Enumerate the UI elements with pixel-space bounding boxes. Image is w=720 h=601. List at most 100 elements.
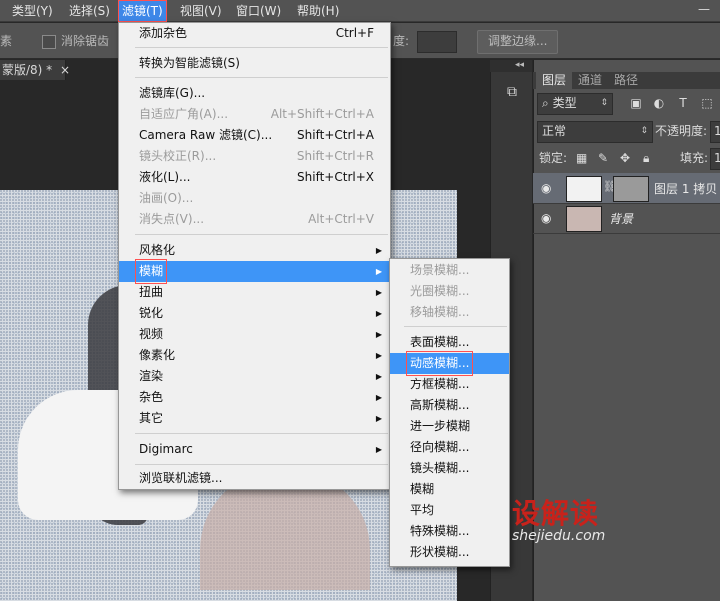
menu-item-label: 方框模糊... (410, 377, 470, 391)
menu-item[interactable]: 锐化 ▶ (119, 303, 390, 324)
menu-separator (135, 47, 388, 48)
menu-item[interactable]: 转换为智能滤镜(S) (119, 53, 390, 74)
adjustment-filter-icon[interactable]: ◐ (651, 95, 667, 111)
menu-item[interactable]: 杂色 ▶ (119, 387, 390, 408)
menu-separator (135, 234, 388, 235)
options-partial-label: 素 (0, 34, 13, 48)
menu-item[interactable]: 高斯模糊... (390, 395, 509, 416)
menu-item[interactable]: 模糊 (390, 479, 509, 500)
panel-collapse-bar[interactable] (490, 60, 532, 72)
layer-thumbnail (566, 176, 602, 202)
document-tab-label: 蒙版/8) * (2, 63, 53, 77)
layer-row[interactable]: ◉ ⛓ 图层 1 拷贝 (533, 173, 720, 204)
menu-item-blur[interactable]: 模糊 ▶ (119, 259, 390, 284)
blend-mode-select[interactable]: 正常 ⇕ (537, 121, 653, 143)
minimize-button[interactable]: — (694, 2, 714, 18)
menu-help[interactable]: 帮助(H) (297, 0, 339, 22)
fill-field[interactable]: 1 (710, 148, 720, 170)
menu-item-shortcut: Ctrl+F (335, 26, 374, 40)
lock-transparent-icon[interactable]: ▦ (576, 148, 587, 168)
menu-item[interactable]: 特殊模糊... (390, 521, 509, 542)
pixel-filter-icon[interactable]: ▣ (628, 95, 644, 111)
layer-mask-thumbnail[interactable] (613, 176, 649, 202)
menu-item-shortcut: Alt+Shift+Ctrl+A (270, 107, 374, 121)
submenu-arrow-icon: ▶ (375, 414, 382, 423)
menu-item[interactable]: 径向模糊... (390, 437, 509, 458)
menu-item[interactable]: 表面模糊... (390, 332, 509, 353)
submenu-arrow-icon: ▶ (375, 372, 382, 381)
menu-item: 移轴模糊... (390, 302, 509, 323)
menu-item-label: 表面模糊... (410, 335, 470, 349)
eye-icon[interactable]: ◉ (541, 181, 551, 195)
collapse-icon[interactable]: ◂◂ (515, 60, 524, 70)
search-icon: ⌕ (542, 96, 549, 110)
close-icon[interactable]: × (60, 63, 70, 77)
menu-item[interactable]: 平均 (390, 500, 509, 521)
menu-item: 光圈模糊... (390, 281, 509, 302)
menu-item[interactable]: 渲染 ▶ (119, 366, 390, 387)
width-field[interactable] (417, 31, 457, 53)
menu-item[interactable]: 形状模糊... (390, 542, 509, 563)
lock-move-icon[interactable]: ✥ (620, 148, 630, 168)
antialias-checkbox[interactable] (42, 35, 56, 49)
document-tab[interactable]: 蒙版/8) * × (0, 60, 70, 80)
menu-item-label: 光圈模糊... (410, 284, 470, 298)
type-filter-icon[interactable]: T (675, 95, 691, 111)
menu-item[interactable]: 像素化 ▶ (119, 345, 390, 366)
shape-filter-icon[interactable]: ⬚ (699, 95, 715, 111)
menu-item[interactable]: Digimarc ▶ (119, 439, 390, 460)
chevron-updown-icon: ⇕ (600, 98, 608, 108)
menu-item-label: 锐化 (139, 306, 164, 320)
tab-channels[interactable]: 通道 (572, 72, 608, 89)
menu-select[interactable]: 选择(S) (69, 0, 110, 22)
menu-window[interactable]: 窗口(W) (236, 0, 281, 22)
menu-item-label: 模糊 (410, 482, 435, 496)
menu-item-shortcut: Shift+Ctrl+A (297, 128, 374, 142)
menu-item-label: 添加杂色 (139, 26, 188, 40)
submenu-arrow-icon: ▶ (375, 288, 382, 297)
menu-item-label: 转换为智能滤镜(S) (139, 56, 240, 70)
tab-layers[interactable]: 图层 (536, 72, 573, 89)
menu-item-label: 径向模糊... (410, 440, 470, 454)
layer-row[interactable]: ◉ 背景 (533, 203, 720, 234)
lock-paint-icon[interactable]: ✎ (598, 148, 608, 168)
menu-item-motion-blur[interactable]: 动感模糊... (390, 351, 509, 376)
menu-item-label: Camera Raw 滤镜(C)... (139, 128, 273, 142)
menu-type[interactable]: 类型(Y) (12, 0, 53, 22)
chevron-updown-icon: ⇕ (640, 126, 648, 136)
menu-item[interactable]: 风格化 ▶ (119, 240, 390, 261)
opacity-field[interactable]: 1 (710, 121, 720, 143)
watermark-url: shejiedu.com (512, 528, 606, 544)
menu-item[interactable]: 浏览联机滤镜... (119, 468, 390, 489)
lock-all-icon[interactable]: 🔒︎ (643, 148, 649, 168)
history-icon[interactable]: ⧉ (502, 84, 522, 102)
menu-item-label: 浏览联机滤镜... (139, 471, 223, 485)
menu-separator (135, 464, 388, 465)
submenu-arrow-icon: ▶ (375, 330, 382, 339)
layer-filter-kind-select[interactable]: ⌕ 类型 ⇕ (537, 93, 613, 115)
menu-item[interactable]: 滤镜库(G)... (119, 83, 390, 104)
menu-separator (135, 433, 388, 434)
menu-item[interactable]: 镜头模糊... (390, 458, 509, 479)
menu-item[interactable]: 视频 ▶ (119, 324, 390, 345)
menu-filter[interactable]: 滤镜(T) (118, 0, 167, 22)
menu-item[interactable]: Camera Raw 滤镜(C)... Shift+Ctrl+A (119, 125, 390, 146)
refine-edge-button[interactable]: 调整边缘... (477, 30, 559, 54)
menu-item[interactable]: 其它 ▶ (119, 408, 390, 429)
menu-item[interactable]: 添加杂色 Ctrl+F (119, 23, 390, 44)
layer-name: 图层 1 拷贝 (654, 182, 718, 196)
menu-item[interactable]: 扭曲 ▶ (119, 282, 390, 303)
menu-item[interactable]: 液化(L)... Shift+Ctrl+X (119, 167, 390, 188)
menu-view[interactable]: 视图(V) (180, 0, 222, 22)
menu-item-shortcut: Alt+Ctrl+V (308, 212, 374, 226)
menu-item-label: 风格化 (139, 243, 176, 257)
menu-item-label: 油画(O)... (139, 191, 194, 205)
watermark-logo: 设解读 (512, 497, 600, 530)
eye-icon[interactable]: ◉ (541, 211, 551, 225)
menu-item-label: 滤镜库(G)... (139, 86, 206, 100)
menu-separator (404, 326, 507, 327)
menu-item[interactable]: 进一步模糊 (390, 416, 509, 437)
menu-item-label: Digimarc (139, 442, 193, 456)
tab-paths[interactable]: 路径 (608, 72, 644, 89)
menu-item[interactable]: 方框模糊... (390, 374, 509, 395)
